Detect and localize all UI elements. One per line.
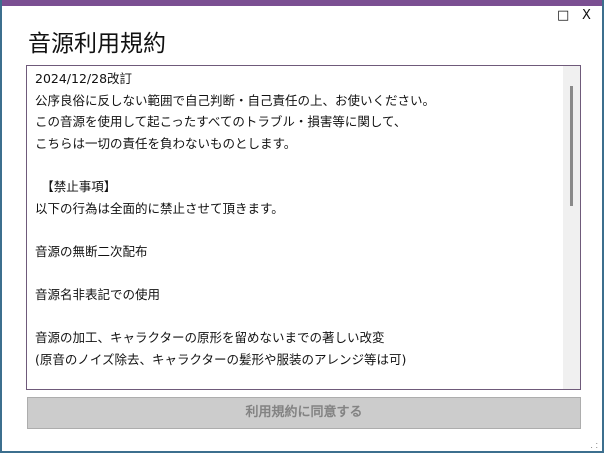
- terms-line: 2024/12/28改訂: [35, 71, 133, 86]
- terms-line: [35, 262, 435, 284]
- terms-line: [35, 219, 435, 241]
- terms-line: 音源の無断二次配布: [35, 243, 148, 259]
- agree-button[interactable]: 利用規約に同意する: [27, 397, 581, 429]
- terms-textarea[interactable]: 2024/12/28改訂公序良俗に反しない範囲で自己判断・自己責任の上、お使いく…: [26, 65, 581, 390]
- terms-line: こちらは一切の責任を負わないものとします。: [35, 135, 297, 151]
- terms-line: 公序良俗に反しない範囲で自己判断・自己責任の上、お使いください。: [35, 92, 436, 108]
- terms-line: (原音のノイズ除去、キャラクターの髪形や服装のアレンジ等は可): [35, 351, 407, 367]
- terms-line: [35, 306, 435, 328]
- terms-line: この音源を使用して起こったすべてのトラブル・損害等に関して、: [35, 114, 407, 130]
- terms-line: 以下の行為は全面的に禁止させて頂きます。: [35, 200, 284, 216]
- close-icon[interactable]: X: [582, 8, 591, 23]
- terms-line: 音源名非表記での使用: [35, 286, 161, 302]
- terms-line: 【禁止事項】: [35, 178, 117, 194]
- scrollbar-thumb[interactable]: [570, 86, 573, 206]
- terms-line: [35, 154, 435, 176]
- title-bar-accent: [2, 0, 602, 6]
- dialog-title: 音源利用規約: [28, 31, 166, 57]
- maximize-icon[interactable]: □: [557, 8, 569, 23]
- terms-line: 音源の加工、キャラクターの原形を留めないまでの著しい改変: [35, 330, 385, 346]
- terms-line: [35, 370, 435, 389]
- resize-grip-icon[interactable]: .. .: [590, 438, 598, 450]
- terms-text: 2024/12/28改訂公序良俗に反しない範囲で自己判断・自己責任の上、お使いく…: [35, 68, 436, 389]
- dialog-window: □ X 音源利用規約 2024/12/28改訂公序良俗に反しない範囲で自己判断・…: [0, 0, 604, 453]
- vertical-scrollbar[interactable]: [563, 66, 580, 389]
